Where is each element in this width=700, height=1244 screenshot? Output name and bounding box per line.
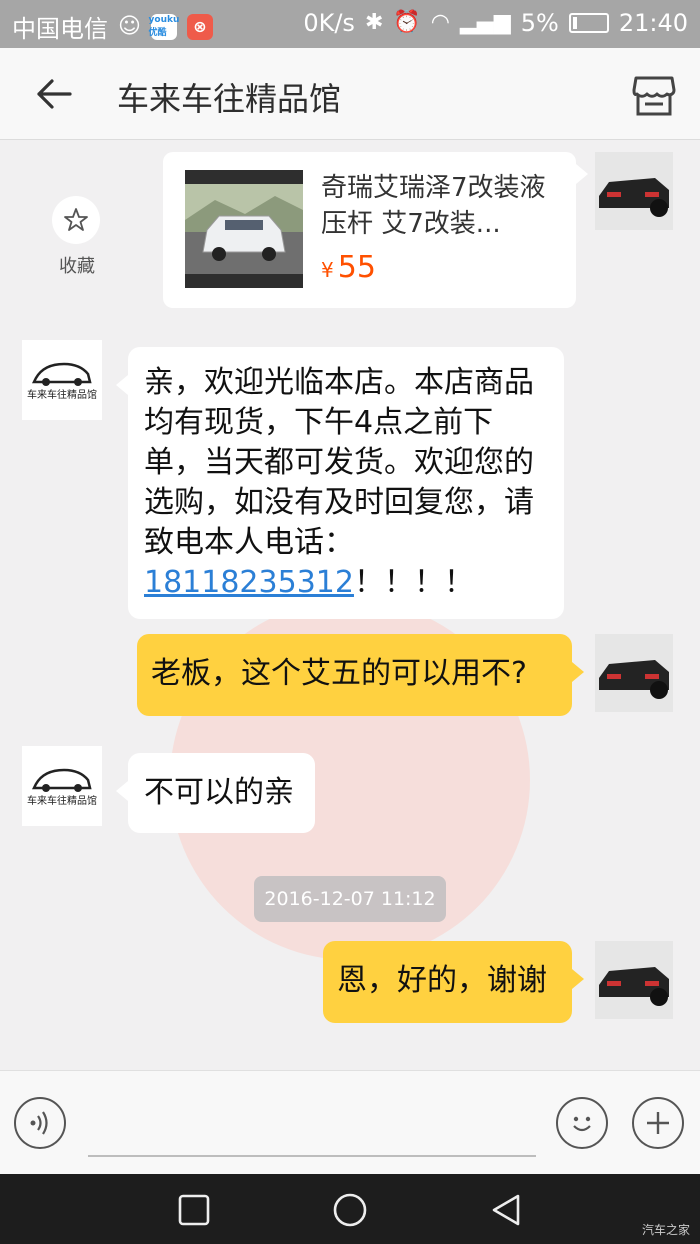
recent-apps-button[interactable] (176, 1192, 212, 1228)
watermark-text: 汽车之家 (641, 1223, 690, 1237)
store-icon (632, 76, 676, 116)
star-icon (64, 208, 88, 231)
voice-icon (30, 1111, 48, 1135)
timestamp: 2016-12-07 11:12 (254, 876, 446, 922)
status-bar: 中国电信 ☺ youku 优酷 ⊗ 0K/s ✱ ⏰ ◠ ▂▄▆ 5% 21:4… (0, 0, 700, 48)
signal-icon: ▂▄▆ (459, 10, 511, 35)
product-title: 奇瑞艾瑞泽7改装液压杆 艾7改装... (321, 173, 546, 239)
message-user-reply: 恩，好的，谢谢 (323, 941, 584, 1023)
message-user-question: 老板，这个艾五的可以用不? (137, 634, 584, 716)
favorite-button[interactable]: 收藏 (52, 196, 102, 278)
back-button[interactable] (30, 70, 78, 118)
input-bar (0, 1070, 700, 1174)
net-speed: 0K/s (303, 9, 355, 37)
car-photo (595, 634, 673, 712)
chat-area[interactable]: 收藏 奇瑞艾瑞泽7改装液压杆 艾7改装... ¥55 车来车往精品馆 亲，欢迎光… (0, 140, 700, 1070)
emoji-button[interactable] (556, 1097, 608, 1149)
page-title: 车来车往精品馆 (117, 80, 342, 118)
system-nav-bar: 汽车之家 (0, 1174, 700, 1244)
favorite-circle (52, 196, 100, 244)
favorite-label: 收藏 (59, 256, 95, 277)
shop-avatar[interactable]: 车来车往精品馆 (22, 746, 102, 826)
bluetooth-icon: ✱ (364, 10, 384, 35)
product-price: ¥55 (321, 250, 376, 285)
product-card[interactable]: 奇瑞艾瑞泽7改装液压杆 艾7改装... ¥55 (163, 152, 588, 308)
phone-link[interactable]: 18118235312 (144, 565, 354, 600)
square-icon (178, 1194, 210, 1226)
home-button[interactable] (332, 1192, 368, 1228)
shop-logo-text: 车来车往精品馆 (27, 794, 97, 807)
user-avatar[interactable] (595, 152, 673, 230)
wifi-icon: ◠ (430, 10, 450, 35)
app-notification-icon: ⊗ (186, 13, 213, 40)
chat-notification-icon: ☺ (118, 13, 141, 39)
car-photo (595, 152, 673, 230)
voice-button[interactable] (14, 1097, 66, 1149)
triangle-back-icon (492, 1194, 520, 1226)
carrier-label: 中国电信 (12, 15, 108, 43)
message-shop-welcome: 亲，欢迎光临本店。本店商品均有现货，下午4点之前下单，当天都可发货。欢迎您的选购… (116, 347, 564, 619)
app-bar: 车来车往精品馆 (0, 48, 700, 140)
battery-icon (568, 13, 609, 33)
car-photo (595, 941, 673, 1019)
add-button[interactable] (632, 1097, 684, 1149)
price-amount: 55 (337, 250, 376, 285)
welcome-text: 亲，欢迎光临本店。本店商品均有现货，下午4点之前下单，当天都可发货。欢迎您的选购… (144, 365, 534, 560)
shop-logo-text: 车来车往精品馆 (27, 388, 97, 401)
circle-icon (333, 1193, 367, 1227)
clock: 21:40 (618, 9, 688, 37)
product-image (185, 170, 303, 288)
back-arrow-icon (37, 79, 72, 109)
smiley-icon (573, 1116, 591, 1132)
message-input[interactable] (88, 1155, 536, 1157)
battery-percent: 5% (520, 9, 559, 37)
message-shop-answer: 不可以的亲 (116, 753, 315, 833)
currency-symbol: ¥ (321, 258, 334, 282)
shop-logo-icon: 车来车往精品馆 (27, 768, 97, 807)
alarm-icon: ⏰ (393, 10, 421, 35)
user-avatar[interactable] (595, 634, 673, 712)
youku-icon: youku 优酷 (148, 13, 180, 40)
shop-logo-icon: 车来车往精品馆 (27, 362, 97, 401)
user-avatar[interactable] (595, 941, 673, 1019)
welcome-suffix: ！！！！ (353, 565, 474, 600)
shop-avatar[interactable]: 车来车往精品馆 (22, 340, 102, 420)
store-button[interactable] (630, 72, 678, 118)
plus-icon (647, 1112, 669, 1134)
back-nav-button[interactable] (488, 1192, 524, 1228)
